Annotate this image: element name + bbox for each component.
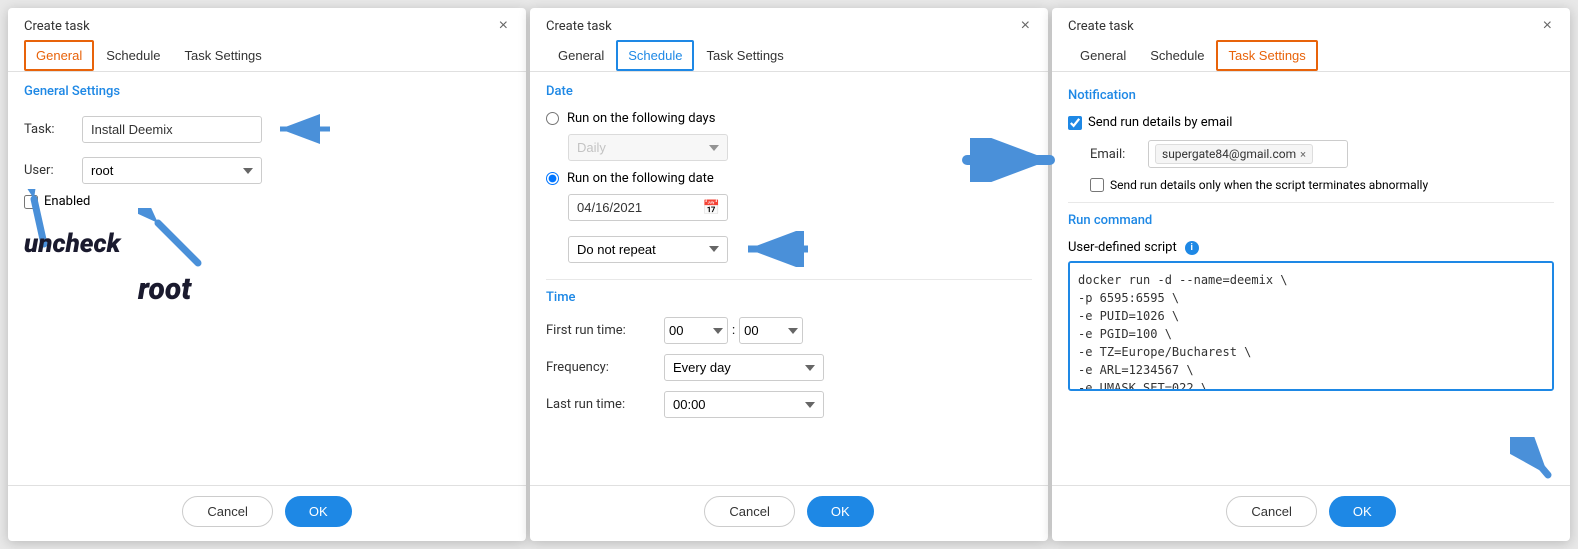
first-run-label: First run time:: [546, 323, 656, 338]
dialog-title-1: Create task: [24, 19, 90, 34]
send-email-checkbox[interactable]: [1068, 116, 1082, 130]
user-script-label: User-defined script: [1068, 240, 1177, 255]
arrow-to-task-input: [270, 111, 340, 147]
enabled-row: Enabled: [24, 194, 510, 209]
user-row: User: root: [24, 157, 510, 184]
tab-task-settings-3[interactable]: Task Settings: [1216, 40, 1317, 71]
abnormal-row: Send run details only when the script te…: [1090, 178, 1554, 192]
date-input[interactable]: [568, 194, 728, 221]
dialog-header-2: Create task ×: [530, 8, 1048, 40]
run-command-section: Run command User-defined script i docker…: [1068, 213, 1554, 395]
general-settings-title: General Settings: [24, 84, 510, 99]
tab-task-settings-1[interactable]: Task Settings: [172, 40, 273, 71]
task-row: Task:: [24, 111, 510, 147]
task-input[interactable]: [82, 116, 262, 143]
radio-following-date-input[interactable]: [546, 172, 559, 185]
dialog-body-3: Notification Send run details by email E…: [1052, 72, 1570, 485]
close-button-1[interactable]: ×: [497, 18, 510, 34]
ok-button-2[interactable]: OK: [807, 496, 874, 527]
tab-general-1[interactable]: General: [24, 40, 94, 71]
task-label: Task:: [24, 122, 74, 137]
cancel-button-2[interactable]: Cancel: [704, 496, 794, 527]
time-section-title: Time: [546, 290, 1032, 305]
cancel-button-3[interactable]: Cancel: [1226, 496, 1316, 527]
frequency-row: Frequency: Every day Every hour: [546, 354, 1032, 381]
last-run-row: Last run time: 00:00: [546, 391, 1032, 418]
tab-schedule-1[interactable]: Schedule: [94, 40, 172, 71]
date-section-title: Date: [546, 84, 1032, 99]
user-label: User:: [24, 163, 74, 178]
script-textarea[interactable]: docker run -d --name=deemix \ -p 6595:65…: [1068, 261, 1554, 391]
date-input-wrap: 📅: [568, 194, 728, 221]
dialog-header-3: Create task ×: [1052, 8, 1570, 40]
radio-following-date-label: Run on the following date: [567, 171, 714, 186]
repeat-select[interactable]: Do not repeat Every day Every week: [568, 236, 728, 263]
first-run-time: 00 : 00: [664, 317, 803, 344]
email-tag: supergate84@gmail.com ×: [1155, 144, 1313, 164]
dialog-footer-1: Cancel OK: [8, 485, 526, 541]
last-run-select[interactable]: 00:00: [664, 391, 824, 418]
last-run-label: Last run time:: [546, 397, 656, 412]
tab-general-3[interactable]: General: [1068, 40, 1138, 71]
dialog-title-2: Create task: [546, 19, 612, 34]
dialog-body-1: General Settings Task: User: root Enab: [8, 72, 526, 485]
time-colon: :: [732, 323, 735, 338]
cancel-button-1[interactable]: Cancel: [182, 496, 272, 527]
date-row: 📅: [568, 194, 1032, 221]
abnormal-checkbox[interactable]: [1090, 178, 1104, 192]
dialog-general: Create task × General Schedule Task Sett…: [8, 8, 526, 541]
first-run-row: First run time: 00 : 00: [546, 317, 1032, 344]
dialog-schedule: Create task × General Schedule Task Sett…: [530, 8, 1048, 541]
ok-button-3[interactable]: OK: [1329, 496, 1396, 527]
dialog-task-settings: Create task × General Schedule Task Sett…: [1052, 8, 1570, 541]
email-input-wrap[interactable]: supergate84@gmail.com ×: [1148, 140, 1348, 168]
user-select[interactable]: root: [82, 157, 262, 184]
dialog-footer-3: Cancel OK: [1052, 485, 1570, 541]
radio-following-days-input[interactable]: [546, 112, 559, 125]
first-run-min[interactable]: 00: [739, 317, 803, 344]
tab-schedule-3[interactable]: Schedule: [1138, 40, 1216, 71]
dialog-title-3: Create task: [1068, 19, 1134, 34]
daily-row: Daily: [568, 134, 1032, 161]
tab-schedule-2[interactable]: Schedule: [616, 40, 694, 71]
repeat-row: Do not repeat Every day Every week: [568, 231, 1032, 267]
first-run-hour[interactable]: 00: [664, 317, 728, 344]
radio-following-days: Run on the following days: [546, 111, 1032, 126]
annotation-uncheck: uncheck: [24, 229, 120, 259]
abnormal-label: Send run details only when the script te…: [1110, 178, 1428, 192]
arrow-to-repeat: [736, 231, 816, 267]
close-button-2[interactable]: ×: [1019, 18, 1032, 34]
tab-general-2[interactable]: General: [546, 40, 616, 71]
notification-section-title: Notification: [1068, 88, 1554, 103]
email-remove-icon[interactable]: ×: [1300, 148, 1306, 161]
info-icon[interactable]: i: [1185, 241, 1199, 255]
frequency-select[interactable]: Every day Every hour: [664, 354, 824, 381]
radio-following-days-label: Run on the following days: [567, 111, 715, 126]
radio-following-date: Run on the following date: [546, 171, 1032, 186]
dialog-footer-2: Cancel OK: [530, 485, 1048, 541]
email-row: Email: supergate84@gmail.com ×: [1090, 140, 1554, 168]
close-button-3[interactable]: ×: [1541, 18, 1554, 34]
tab-bar-3: General Schedule Task Settings: [1052, 40, 1570, 72]
dialog-body-2: Date Run on the following days Daily Run…: [530, 72, 1048, 485]
email-label: Email:: [1090, 147, 1140, 162]
user-script-row: User-defined script i: [1068, 240, 1554, 255]
frequency-label: Frequency:: [546, 360, 656, 375]
tab-bar-1: General Schedule Task Settings: [8, 40, 526, 72]
daily-select[interactable]: Daily: [568, 134, 728, 161]
dialog-header-1: Create task ×: [8, 8, 526, 40]
email-value: supergate84@gmail.com: [1162, 147, 1296, 161]
send-email-label: Send run details by email: [1088, 115, 1232, 130]
tab-task-settings-2[interactable]: Task Settings: [694, 40, 795, 71]
send-email-row: Send run details by email: [1068, 115, 1554, 130]
ok-button-1[interactable]: OK: [285, 496, 352, 527]
tab-bar-2: General Schedule Task Settings: [530, 40, 1048, 72]
run-command-title: Run command: [1068, 213, 1554, 228]
